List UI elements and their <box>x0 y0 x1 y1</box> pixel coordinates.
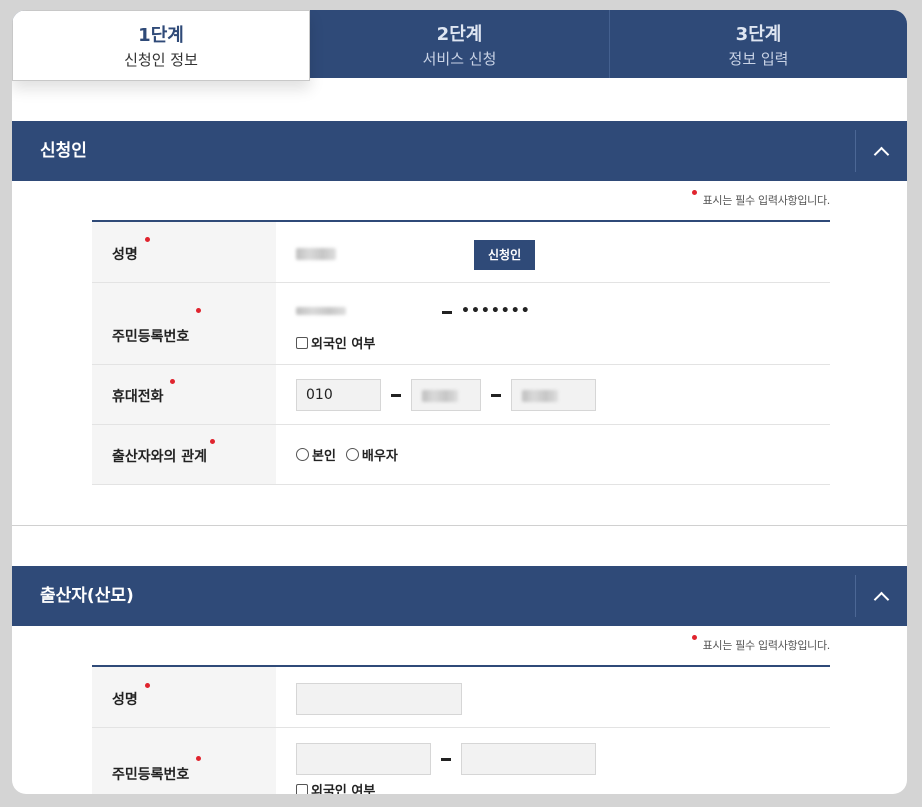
mother-rrn-label: 주민등록번호 <box>112 767 190 783</box>
tab-step-2[interactable]: 2단계 서비스 신청 <box>310 10 610 78</box>
relation-label-cell: 출산자와의 관계 <box>92 425 276 484</box>
application-panel: 1단계 신청인 정보 2단계 서비스 신청 3단계 정보 입력 신청인 표시는 … <box>12 10 907 794</box>
chevron-up-icon <box>873 146 890 162</box>
phone-dash-1 <box>391 394 401 397</box>
checkbox-box[interactable] <box>296 783 308 794</box>
tab-step-1[interactable]: 1단계 신청인 정보 <box>12 10 310 81</box>
phone-label: 휴대전화 <box>112 389 164 405</box>
row-mother-rrn: 주민등록번호 외국인 여부 <box>92 728 830 794</box>
mother-name-label: 성명 <box>112 692 138 708</box>
foreigner-checkbox[interactable]: 외국인 여부 <box>296 333 375 352</box>
required-note-2: 표시는 필수 입력사항입니다. <box>691 635 831 653</box>
mother-rrn-label-cell: 주민등록번호 <box>92 728 276 794</box>
mother-rrn-value-cell: 외국인 여부 <box>276 728 830 794</box>
required-note-text-2: 표시는 필수 입력사항입니다. <box>702 639 831 652</box>
mother-foreigner-label: 외국인 여부 <box>311 784 376 794</box>
step-1-number: 1단계 <box>138 25 184 46</box>
mother-section-header: 출산자(산모) <box>12 566 907 626</box>
radio-circle[interactable] <box>345 448 359 461</box>
required-dot-icon <box>145 237 150 242</box>
foreigner-label: 외국인 여부 <box>311 337 376 352</box>
section-divider <box>12 525 907 526</box>
rrn-dash <box>442 311 452 314</box>
phone-prefix-input[interactable]: 010 <box>296 379 381 411</box>
checkbox-box[interactable] <box>296 336 308 349</box>
mother-collapse-button[interactable] <box>855 575 907 617</box>
required-dot-icon <box>196 756 201 761</box>
required-note: 표시는 필수 입력사항입니다. <box>691 190 831 208</box>
mother-rrn-back-input[interactable] <box>461 743 596 775</box>
rrn-back-masked: ••••••• <box>461 303 531 319</box>
mother-foreigner-checkbox[interactable]: 외국인 여부 <box>296 780 375 794</box>
rrn-label: 주민등록번호 <box>112 329 190 345</box>
required-dot-icon <box>691 635 697 640</box>
applicant-button[interactable]: 신청인 <box>474 240 536 270</box>
rrn-label-cell: 주민등록번호 <box>92 283 276 364</box>
mother-name-input[interactable] <box>296 683 462 715</box>
rrn-value-cell: ••••••• 외국인 여부 <box>276 283 830 364</box>
required-note-text: 표시는 필수 입력사항입니다. <box>702 194 831 207</box>
row-relation: 출산자와의 관계 본인 배우자 <box>92 425 830 485</box>
relation-option-spouse[interactable]: 배우자 <box>345 445 398 464</box>
name-value-blurred <box>296 248 336 260</box>
mother-name-value-cell <box>276 667 830 727</box>
name-label-cell: 성명 <box>92 222 276 282</box>
row-phone: 휴대전화 010 <box>92 365 830 425</box>
mother-rrn-front-input[interactable] <box>296 743 431 775</box>
required-dot-icon <box>196 308 201 313</box>
row-name: 성명 신청인 <box>92 222 830 283</box>
relation-option-self[interactable]: 본인 <box>296 445 336 464</box>
mother-section-title: 출산자(산모) <box>40 586 134 606</box>
required-dot-icon <box>145 683 150 688</box>
mother-form: 성명 주민등록번호 외국인 여부 <box>92 665 830 794</box>
required-dot-icon <box>170 379 175 384</box>
relation-label: 출산자와의 관계 <box>112 449 208 465</box>
step-tabs: 1단계 신청인 정보 2단계 서비스 신청 3단계 정보 입력 <box>12 10 907 81</box>
tab-step-3[interactable]: 3단계 정보 입력 <box>610 10 907 78</box>
phone-middle-blurred <box>422 390 458 402</box>
phone-dash-2 <box>491 394 501 397</box>
applicant-form: 성명 신청인 주민등록번호 ••••••• 외국인 여부 휴대전화 010 출산… <box>92 220 830 485</box>
row-rrn: 주민등록번호 ••••••• 외국인 여부 <box>92 283 830 365</box>
radio-circle[interactable] <box>296 448 309 461</box>
phone-last-blurred <box>522 390 558 402</box>
relation-option-spouse-label: 배우자 <box>361 449 398 464</box>
phone-middle-input[interactable] <box>411 379 481 411</box>
rrn-front-blurred <box>296 307 346 315</box>
name-label: 성명 <box>112 247 138 263</box>
step-3-label: 정보 입력 <box>728 49 789 68</box>
relation-option-self-label: 본인 <box>312 449 336 464</box>
step-3-number: 3단계 <box>735 23 782 45</box>
row-mother-name: 성명 <box>92 667 830 728</box>
name-value-cell: 신청인 <box>276 222 830 282</box>
step-2-number: 2단계 <box>436 23 483 45</box>
applicant-section-title: 신청인 <box>40 141 87 161</box>
mother-rrn-dash <box>441 758 451 761</box>
phone-last-input[interactable] <box>511 379 596 411</box>
step-2-label: 서비스 신청 <box>422 49 497 68</box>
required-dot-icon <box>210 439 215 444</box>
step-1-label: 신청인 정보 <box>124 51 198 69</box>
applicant-section-header: 신청인 <box>12 121 907 181</box>
phone-label-cell: 휴대전화 <box>92 365 276 424</box>
mother-name-label-cell: 성명 <box>92 667 276 727</box>
required-dot-icon <box>691 190 697 195</box>
applicant-collapse-button[interactable] <box>855 130 907 172</box>
chevron-up-icon <box>873 591 890 607</box>
phone-value-cell: 010 <box>276 365 830 424</box>
page-background: 1단계 신청인 정보 2단계 서비스 신청 3단계 정보 입력 신청인 표시는 … <box>0 0 922 807</box>
relation-value-cell: 본인 배우자 <box>276 425 830 484</box>
